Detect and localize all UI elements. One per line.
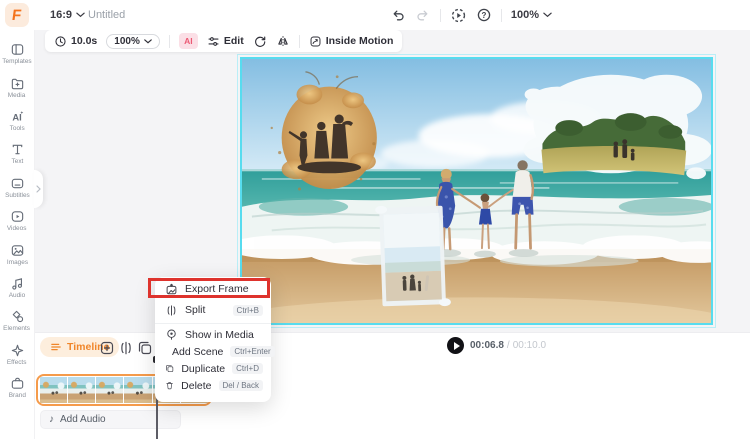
undo-icon[interactable]	[390, 7, 406, 23]
timeline-icon	[51, 343, 61, 351]
text-icon	[12, 145, 22, 155]
chevron-down-icon	[144, 38, 152, 43]
export-frame-highlight	[148, 278, 270, 298]
music-note-icon: ♪	[49, 414, 54, 425]
canvas-preview[interactable]	[237, 54, 716, 328]
sliders-icon	[208, 36, 219, 46]
sidebar-item-brand[interactable]: Brand	[0, 371, 35, 404]
canvas-zoom-value: 100%	[510, 9, 539, 21]
duplicate-button[interactable]	[137, 340, 153, 356]
divider	[439, 8, 441, 22]
aspect-ratio-selector[interactable]: 16:9	[50, 0, 85, 30]
top-header: F 16:9 Untitled ? 100%	[0, 0, 750, 30]
menu-item-duplicate[interactable]: Duplicate Ctrl+D	[155, 360, 271, 377]
canvas-scene	[242, 59, 711, 323]
effects-icon	[11, 344, 23, 356]
time-display: 00:06.8 / 00:10.0	[470, 340, 547, 351]
sidebar-collapse-handle[interactable]	[34, 170, 43, 208]
chevron-right-icon	[36, 185, 41, 193]
duration-control[interactable]: 10.0s	[54, 35, 97, 48]
sidebar-item-tools[interactable]: AI Tools	[0, 104, 35, 137]
add-audio-button[interactable]: ♪ Add Audio	[40, 410, 181, 429]
clock-icon	[55, 35, 66, 47]
ai-tools-button[interactable]: AI	[178, 33, 198, 49]
sidebar-item-elements[interactable]: Elements	[0, 304, 35, 337]
menu-item-show-in-media[interactable]: Show in Media	[155, 326, 271, 343]
divider	[298, 34, 300, 48]
audio-icon	[11, 278, 22, 290]
app-window: F 16:9 Untitled ? 100% Templates Media A…	[0, 0, 750, 439]
play-button[interactable]	[447, 337, 464, 354]
media-icon	[11, 78, 23, 89]
sidebar-item-subtitles[interactable]: Subtitles	[0, 171, 35, 204]
help-icon[interactable]: ?	[476, 7, 492, 23]
project-title[interactable]: Untitled	[88, 0, 125, 30]
sidebar-item-media[interactable]: Media	[0, 70, 35, 103]
current-time: 00:06.8	[470, 340, 504, 351]
app-logo[interactable]: F	[5, 3, 29, 27]
clip-frame	[96, 377, 124, 403]
total-time: 00:10.0	[512, 340, 547, 351]
menu-item-add-scene[interactable]: Add Scene Ctrl+Enter	[155, 343, 275, 360]
sidebar-item-effects[interactable]: Effects	[0, 338, 35, 371]
sidebar-item-videos[interactable]: Videos	[0, 204, 35, 237]
menu-item-split[interactable]: Split Ctrl+B	[155, 299, 271, 321]
brand-icon	[11, 377, 23, 389]
divider	[168, 34, 170, 48]
rotate-icon[interactable]	[253, 34, 267, 48]
menu-item-delete[interactable]: Delete Del / Back	[155, 377, 271, 394]
header-actions: ? 100%	[390, 0, 552, 30]
overlay-photo-field	[523, 74, 711, 180]
images-icon	[11, 244, 23, 256]
subtitles-icon	[11, 178, 23, 189]
flip-icon[interactable]	[276, 34, 290, 48]
redo-icon[interactable]	[415, 7, 431, 23]
add-scene-button[interactable]	[99, 340, 115, 356]
sidebar-item-text[interactable]: Text	[0, 137, 35, 170]
chevron-down-icon	[543, 12, 552, 18]
elements-icon	[12, 311, 23, 323]
duplicate-icon	[166, 364, 174, 373]
sidebar-item-images[interactable]: Images	[0, 237, 35, 270]
timeline-zoom-selector[interactable]: 100%	[106, 33, 160, 49]
edit-button[interactable]: Edit	[207, 35, 244, 48]
overlay-photo-beach	[375, 205, 451, 307]
split-icon	[167, 304, 176, 316]
sidebar-item-audio[interactable]: Audio	[0, 271, 35, 304]
sidebar: Templates Media AI Tools Text Subtitles …	[0, 30, 35, 439]
preview-icon[interactable]	[450, 7, 467, 24]
clip-frame	[124, 377, 152, 403]
logo-letter: F	[11, 6, 23, 24]
split-button[interactable]	[118, 340, 134, 356]
inside-motion-button[interactable]: Inside Motion	[309, 35, 393, 48]
show-in-media-icon	[167, 329, 176, 340]
sidebar-item-templates[interactable]: Templates	[0, 37, 35, 70]
delete-icon	[166, 382, 173, 390]
menu-divider	[155, 323, 271, 324]
clip-frame	[39, 377, 67, 403]
videos-icon	[11, 211, 23, 222]
inside-motion-icon	[310, 36, 321, 46]
aspect-ratio-value: 16:9	[50, 9, 73, 21]
ai-tools-icon: AI	[12, 111, 23, 122]
svg-text:AI: AI	[12, 112, 21, 122]
play-icon	[453, 341, 460, 350]
canvas-zoom-selector[interactable]: 100%	[511, 9, 552, 21]
divider	[500, 8, 502, 22]
clip-frame	[67, 377, 96, 403]
chevron-down-icon	[76, 12, 85, 18]
svg-text:?: ?	[481, 11, 486, 20]
edit-toolbar: 10.0s 100% AI Edit Inside Motion	[45, 30, 403, 52]
templates-icon	[11, 44, 23, 55]
